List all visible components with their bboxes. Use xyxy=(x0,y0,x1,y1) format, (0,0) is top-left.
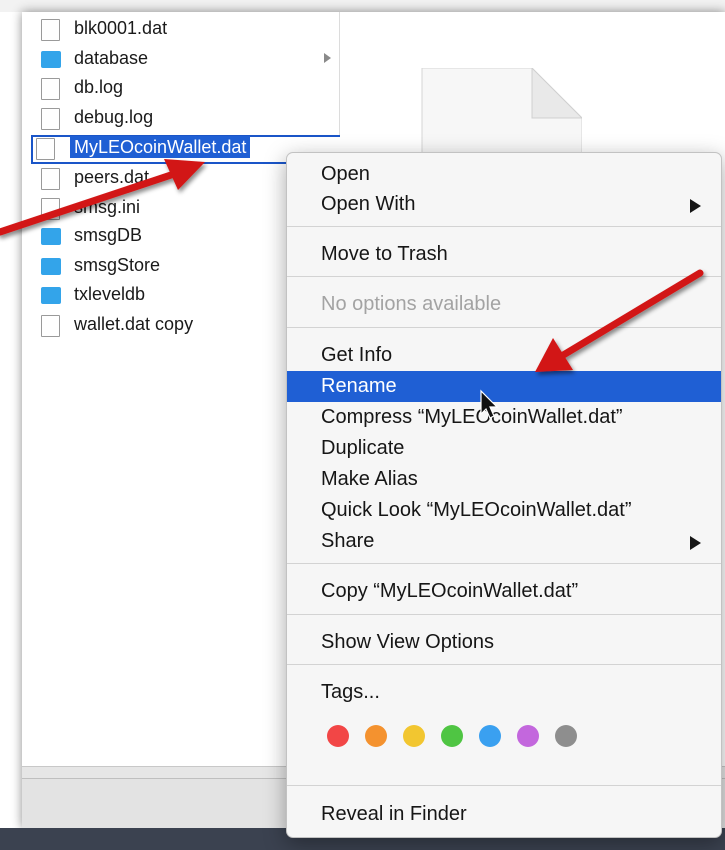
menu-item-move-to-trash[interactable]: Move to Trash xyxy=(287,239,721,270)
menu-item-make-alias[interactable]: Make Alias xyxy=(287,464,721,495)
tag-color-dot[interactable] xyxy=(517,725,539,747)
file-row[interactable]: debug.log xyxy=(22,104,339,132)
menu-item-open-with[interactable]: Open With xyxy=(287,189,721,220)
file-name-label: smsgDB xyxy=(74,225,143,245)
tag-color-dot[interactable] xyxy=(555,725,577,747)
menu-item-label: Show View Options xyxy=(321,631,495,653)
menu-item-label: Open With xyxy=(321,193,416,215)
menu-item-reveal-in-finder[interactable]: Reveal in Finder xyxy=(287,799,721,830)
file-name-label: db.log xyxy=(74,77,124,97)
tag-color-dot[interactable] xyxy=(441,725,463,747)
menu-item-open[interactable]: Open xyxy=(287,159,721,190)
file-name-label: blk0001.dat xyxy=(74,18,168,38)
menu-item-label: No options available xyxy=(321,293,502,315)
file-name-label: smsg.ini xyxy=(74,197,141,217)
menu-item-label: Share xyxy=(321,530,375,552)
menu-item-tags[interactable]: Tags... xyxy=(287,677,721,708)
file-name-label: debug.log xyxy=(74,107,154,127)
file-name-label: database xyxy=(74,48,149,68)
document-icon xyxy=(41,315,60,337)
menu-item-compress[interactable]: Compress “MyLEOcoinWallet.dat” xyxy=(287,402,721,433)
menu-item-show-view-options[interactable]: Show View Options xyxy=(287,627,721,658)
menu-item-label: Tags... xyxy=(321,681,380,703)
menu-item-label: Open xyxy=(321,163,370,185)
folder-icon xyxy=(41,228,61,245)
document-icon xyxy=(41,19,60,41)
menu-item-label: Quick Look “MyLEOcoinWallet.dat” xyxy=(321,499,632,521)
document-icon xyxy=(41,78,60,100)
file-name-label: wallet.dat copy xyxy=(74,314,194,334)
submenu-arrow-icon xyxy=(690,199,701,213)
menu-separator xyxy=(287,664,721,665)
menu-separator xyxy=(287,785,721,786)
menu-item-label: Make Alias xyxy=(321,468,418,490)
menu-item-label: Copy “MyLEOcoinWallet.dat” xyxy=(321,580,579,602)
document-icon xyxy=(41,168,60,190)
document-icon xyxy=(41,198,60,220)
menu-item-label: Get Info xyxy=(321,344,393,366)
folder-icon xyxy=(41,51,61,68)
menu-separator xyxy=(287,563,721,564)
desktop-top-strip xyxy=(0,0,725,12)
file-name-label: MyLEOcoinWallet.dat xyxy=(70,136,251,158)
menu-item-no-options: No options available xyxy=(287,289,721,320)
file-row[interactable]: blk0001.dat xyxy=(22,15,339,43)
menu-item-label: Move to Trash xyxy=(321,243,448,265)
folder-icon xyxy=(41,258,61,275)
tag-color-dot[interactable] xyxy=(479,725,501,747)
menu-separator xyxy=(287,327,721,328)
file-row[interactable]: db.log xyxy=(22,74,339,102)
tag-color-dot[interactable] xyxy=(327,725,349,747)
file-name-label: smsgStore xyxy=(74,255,161,275)
file-name-label: txleveldb xyxy=(74,284,146,304)
menu-item-copy[interactable]: Copy “MyLEOcoinWallet.dat” xyxy=(287,576,721,607)
document-icon xyxy=(41,108,60,130)
menu-item-duplicate[interactable]: Duplicate xyxy=(287,433,721,464)
disclosure-arrow-icon[interactable] xyxy=(324,53,331,63)
document-icon xyxy=(36,138,55,160)
menu-item-quick-look[interactable]: Quick Look “MyLEOcoinWallet.dat” xyxy=(287,495,721,526)
menu-item-label: Reveal in Finder xyxy=(321,803,467,825)
menu-item-rename[interactable]: Rename xyxy=(287,371,721,402)
menu-separator xyxy=(287,226,721,227)
folder-icon xyxy=(41,287,61,304)
submenu-arrow-icon xyxy=(690,536,701,550)
menu-item-label: Rename xyxy=(321,375,397,397)
menu-separator xyxy=(287,276,721,277)
context-menu: Open Open With Move to Trash No options … xyxy=(286,152,722,838)
tag-color-dot[interactable] xyxy=(403,725,425,747)
menu-item-share[interactable]: Share xyxy=(287,526,721,557)
menu-separator xyxy=(287,614,721,615)
file-name-label: peers.dat xyxy=(74,167,150,187)
menu-item-label: Compress “MyLEOcoinWallet.dat” xyxy=(321,406,623,428)
tag-color-row xyxy=(327,725,577,747)
file-row[interactable]: database xyxy=(22,45,339,73)
tag-color-dot[interactable] xyxy=(365,725,387,747)
menu-item-label: Duplicate xyxy=(321,437,405,459)
menu-item-get-info[interactable]: Get Info xyxy=(287,340,721,371)
